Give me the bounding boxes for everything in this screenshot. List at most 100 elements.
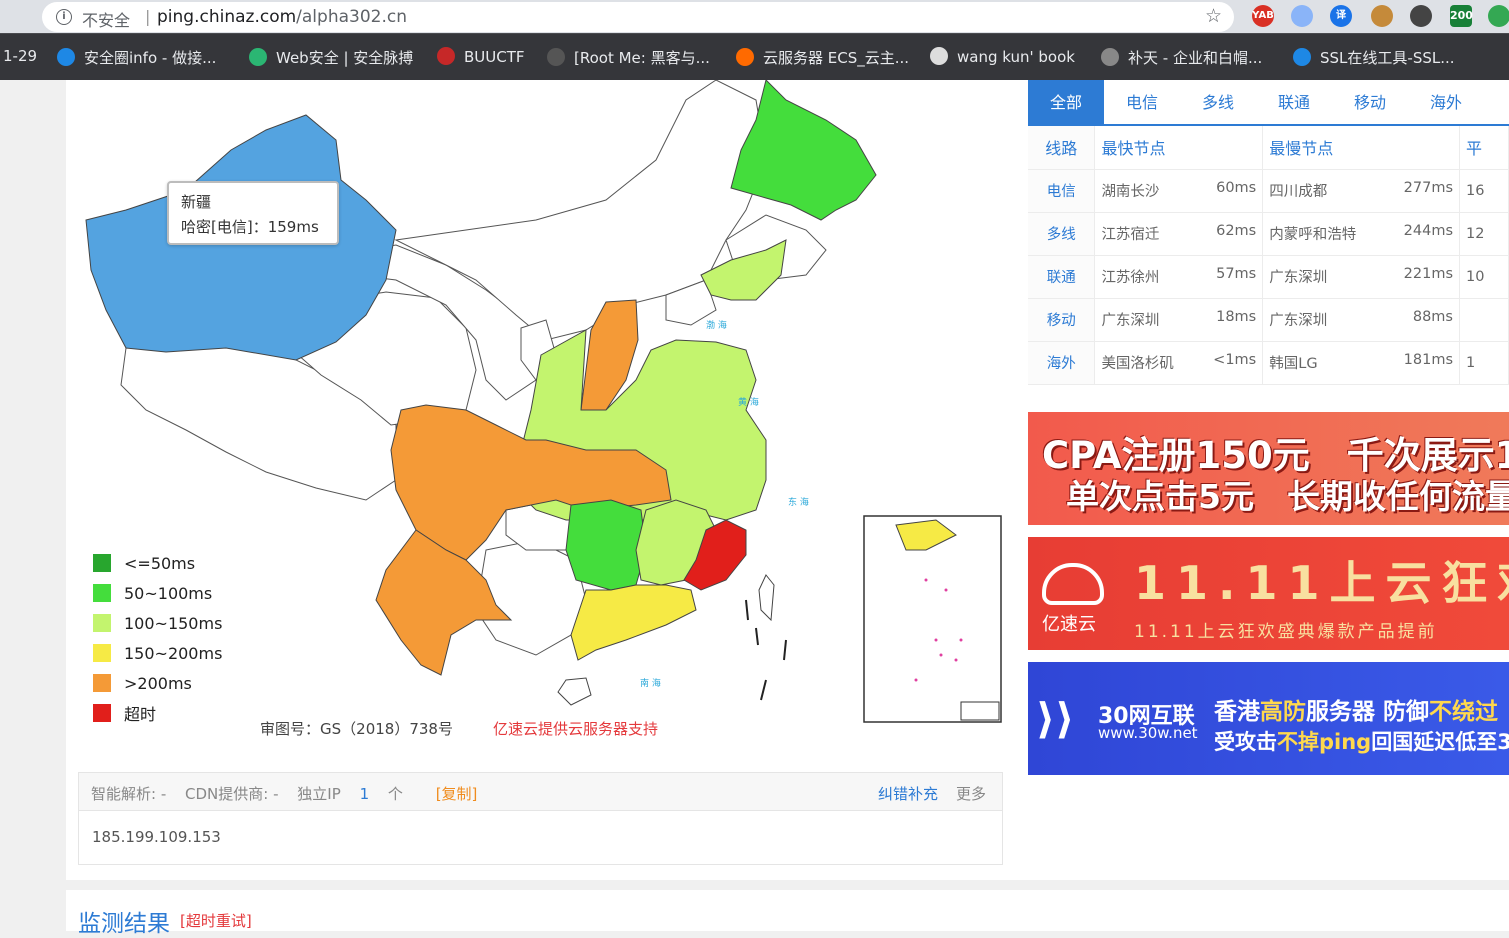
slowest-node-cell: 四川成都 277ms <box>1262 169 1460 213</box>
line-type-cell[interactable]: 电信 <box>1028 169 1096 213</box>
more-link[interactable]: 更多 <box>956 783 986 804</box>
legend-item: >200ms <box>93 668 222 698</box>
buuctf-icon <box>437 47 455 65</box>
bookmark-item[interactable]: [Root Me: 黑客与... <box>547 47 710 68</box>
average-cell: 1 <box>1459 341 1509 385</box>
average-cell: 12 <box>1459 212 1509 256</box>
node-name: 广东深圳 <box>1269 270 1328 286</box>
counter-ext-icon[interactable]: 200 <box>1450 5 1473 27</box>
dns-resolve-panel: 智能解析: - CDN提供商: - 独立IP 1 个 [复制] 纠错补充 更多 … <box>78 772 1003 865</box>
bookmark-star-icon[interactable]: ☆ <box>1205 5 1222 27</box>
ad-30w-subline: 受攻击不掉ping回国延迟低至30 <box>1214 730 1509 754</box>
ad-banner-30w[interactable]: ⟩⟩ 30网互联 www.30w.net 香港高防服务器 防御不绕过 受攻击不掉… <box>1028 662 1509 775</box>
map-legend: <=50ms 50~100ms 100~150ms 150~200ms >200ms 超时 <box>93 548 222 728</box>
legend-swatch <box>93 584 111 602</box>
map-sponsor-link[interactable]: 亿速云提供云服务器支持 <box>493 718 658 739</box>
security-label[interactable]: 不安全 <box>82 7 130 31</box>
slowest-node-cell: 内蒙呼和浩特 244ms <box>1262 212 1460 256</box>
node-latency: <1ms <box>1213 352 1257 368</box>
timeout-retry-button[interactable]: [超时重试] <box>180 910 252 931</box>
legend-item: 150~200ms <box>93 638 222 668</box>
table-header-cell: 平 <box>1459 126 1509 170</box>
tab-4[interactable]: 移动 <box>1332 80 1408 124</box>
sea-label-nanhai: 南 海 <box>640 677 661 689</box>
node-name: 韩国LG <box>1269 356 1318 372</box>
bookmark-label: SSL在线工具-SSL... <box>1320 49 1455 67</box>
region-hunan <box>565 499 647 591</box>
ping-summary-table: 线路 最快节点 最慢节点平电信 湖南长沙 60ms 四川成都 277ms 16 多线 江苏宿迁 62… <box>1028 126 1509 385</box>
report-error-link[interactable]: 纠错补充 <box>878 783 938 804</box>
legend-swatch <box>93 704 111 722</box>
table-header-cell: 最快节点 <box>1094 126 1264 170</box>
line-type-cell[interactable]: 移动 <box>1028 298 1096 342</box>
address-bar[interactable]: i 不安全 | ping.chinaz.com/alpha302.cn ☆ <box>42 2 1234 32</box>
ad-banner-cpa[interactable]: CPA注册150元 千次展示10 单次点击5元 长期收任何流量 <box>1028 412 1509 525</box>
tab-5[interactable]: 海外 <box>1408 80 1484 124</box>
info-icon[interactable]: i <box>56 9 72 25</box>
average-cell <box>1459 298 1509 342</box>
bookmark-item[interactable]: 1-29 <box>3 47 37 65</box>
line-type-cell[interactable]: 多线 <box>1028 212 1096 256</box>
star-icon <box>1101 48 1119 66</box>
legend-item: <=50ms <box>93 548 222 578</box>
node-latency: 221ms <box>1403 266 1453 282</box>
yab-icon[interactable]: YAB <box>1252 5 1274 27</box>
tab-3[interactable]: 联通 <box>1256 80 1332 124</box>
bookmark-label: BUUCTF <box>464 48 525 66</box>
tooltip-province: 新疆 <box>181 193 212 211</box>
smart-resolve-label: 智能解析: - <box>91 785 167 803</box>
ad-yisu-brand: 亿速云 <box>1042 614 1096 635</box>
bookmark-item[interactable]: 补天 - 企业和白帽... <box>1101 47 1262 68</box>
table-header-row: 线路 最快节点 最慢节点平 <box>1028 126 1509 170</box>
fastest-node-cell: 江苏宿迁 62ms <box>1094 212 1264 256</box>
url-path: /alpha302.cn <box>296 7 407 27</box>
line-type-cell[interactable]: 海外 <box>1028 341 1096 385</box>
node-name: 广东深圳 <box>1269 313 1328 329</box>
bookmark-label: 安全圈info - 做接... <box>84 49 217 67</box>
bookmark-item[interactable]: Web安全 | 安全脉搏 <box>249 47 413 68</box>
region-guangdong <box>570 584 697 661</box>
table-row: 多线 江苏宿迁 62ms 内蒙呼和浩特 244ms 12 <box>1028 212 1509 256</box>
slowest-node-cell: 广东深圳 221ms <box>1262 255 1460 299</box>
node-name: 四川成都 <box>1269 184 1328 200</box>
table-row: 移动 广东深圳 18ms 广东深圳 88ms <box>1028 298 1509 342</box>
tab-0[interactable]: 全部 <box>1028 80 1104 124</box>
diamond-ext-icon[interactable] <box>1410 5 1432 27</box>
sea-label-huanghai: 黄 海 <box>738 396 759 408</box>
node-latency: 181ms <box>1403 352 1453 368</box>
cookie-icon[interactable] <box>1371 5 1393 27</box>
browser-toolbar: i 不安全 | ping.chinaz.com/alpha302.cn ☆ YA… <box>0 0 1509 33</box>
bookmark-item[interactable]: 安全圈info - 做接... <box>57 47 216 68</box>
green-ext-icon[interactable] <box>1488 5 1509 27</box>
avatar-icon <box>930 47 948 65</box>
bookmark-item[interactable]: SSL在线工具-SSL... <box>1293 47 1455 68</box>
translate-icon[interactable]: 译 <box>1330 5 1352 27</box>
tab-1[interactable]: 电信 <box>1104 80 1180 124</box>
unique-ip-count[interactable]: 1 <box>360 785 370 803</box>
legend-swatch <box>93 674 111 692</box>
slowest-node-cell: 韩国LG 181ms <box>1262 341 1460 385</box>
legend-item: 50~100ms <box>93 578 222 608</box>
node-latency: 62ms <box>1216 223 1257 239</box>
line-type-cell[interactable]: 联通 <box>1028 255 1096 299</box>
node-latency: 18ms <box>1216 309 1257 325</box>
resolved-ip: 185.199.109.153 <box>92 828 221 846</box>
copy-button[interactable]: [复制] <box>436 785 478 803</box>
bookmark-item[interactable]: wang kun' book <box>930 47 1075 66</box>
ad-yisu-headline: 11.11上云狂欢 <box>1134 556 1509 610</box>
bookmarks-bar: 1-29 安全圈info - 做接... Web安全 | 安全脉搏 BUUCTF [Ro… <box>0 33 1509 80</box>
tab-2[interactable]: 多线 <box>1180 80 1256 124</box>
ad-cpa-line2: 单次点击5元 长期收任何流量 <box>1066 477 1509 516</box>
s-logo-icon <box>57 48 75 66</box>
url-text[interactable]: ping.chinaz.com/alpha302.cn <box>157 7 407 27</box>
bookmark-item[interactable]: BUUCTF <box>437 47 525 66</box>
ad-banner-yisu[interactable]: 亿速云 11.11上云狂欢 11.11上云狂欢盛典爆款产品提前 <box>1028 537 1509 650</box>
sea-label-bohai: 渤 海 <box>706 319 727 331</box>
legend-label: <=50ms <box>124 553 196 573</box>
bookmark-item[interactable]: 云服务器 ECS_云主... <box>736 47 909 68</box>
circle-ext-icon[interactable] <box>1291 5 1313 27</box>
bookmark-label: wang kun' book <box>957 48 1075 66</box>
node-latency: 60ms <box>1216 180 1257 196</box>
node-name: 内蒙呼和浩特 <box>1269 227 1357 243</box>
map-tooltip: 新疆 哈密[电信]：159ms <box>167 181 339 245</box>
